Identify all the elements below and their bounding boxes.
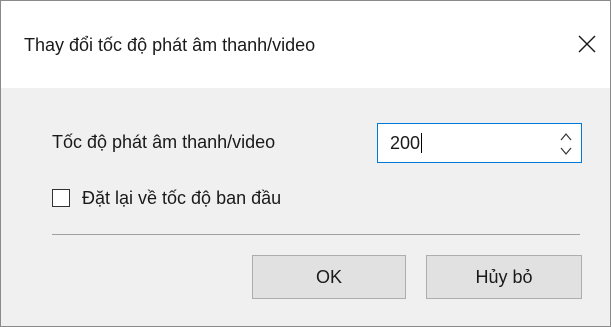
reset-speed-label: Đặt lại về tốc độ ban đầu	[82, 187, 282, 208]
spin-down-button[interactable]	[559, 144, 573, 156]
divider	[52, 234, 580, 235]
text-caret	[421, 133, 423, 153]
playback-speed-label: Tốc độ phát âm thanh/video	[52, 132, 276, 152]
cancel-button[interactable]: Hủy bỏ	[426, 255, 582, 299]
chevron-down-icon	[560, 147, 572, 155]
ok-button[interactable]: OK	[252, 255, 406, 299]
spin-up-button[interactable]	[559, 130, 573, 142]
playback-speed-input[interactable]: 200	[390, 133, 423, 154]
playback-speed-spinbox[interactable]: 200	[377, 123, 582, 163]
reset-speed-option[interactable]: Đặt lại về tốc độ ban đầu	[52, 187, 281, 209]
dialog-title: Thay đổi tốc độ phát âm thanh/video	[24, 35, 316, 55]
playback-speed-value: 200	[390, 133, 421, 153]
chevron-up-icon	[560, 133, 572, 141]
title-bar: Thay đổi tốc độ phát âm thanh/video	[1, 1, 610, 88]
reset-speed-checkbox[interactable]	[52, 189, 70, 207]
change-playback-speed-dialog: Thay đổi tốc độ phát âm thanh/video Tốc …	[0, 0, 611, 327]
spin-arrows	[559, 130, 573, 156]
close-icon	[578, 35, 596, 53]
close-button[interactable]	[564, 19, 610, 69]
